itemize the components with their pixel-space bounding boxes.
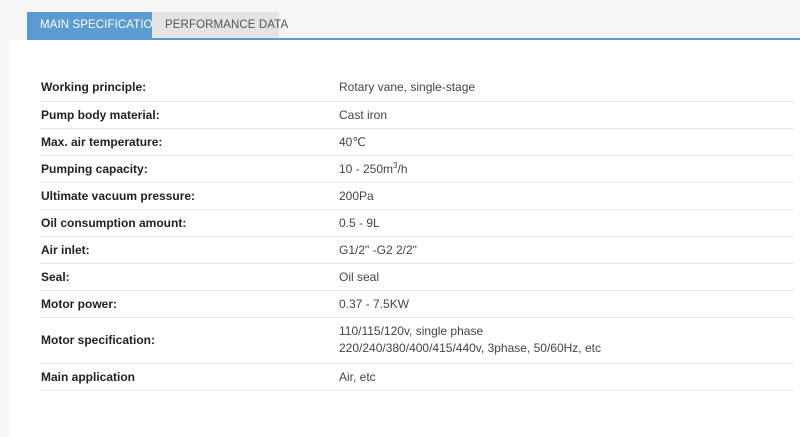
spec-value: Oil seal — [339, 263, 794, 291]
spec-label: Pumping capacity: — [40, 155, 339, 183]
specification-panel: Working principle: Rotary vane, single-s… — [9, 40, 800, 437]
tab-performance-data[interactable]: PERFORMANCE DATA — [152, 12, 288, 38]
tab-main-specification[interactable]: MAIN SPECIFICATION — [27, 12, 161, 38]
table-row: Ultimate vacuum pressure: 200Pa — [40, 182, 794, 210]
table-row: Max. air temperature: 40℃ — [40, 128, 794, 156]
spec-value: G1/2" -G2 2/2" — [339, 236, 794, 264]
spec-label: Motor power: — [40, 290, 339, 318]
spec-value: 40℃ — [339, 128, 794, 156]
table-row: Air inlet: G1/2" -G2 2/2" — [40, 236, 794, 264]
spec-label: Max. air temperature: — [40, 128, 339, 156]
table-row: Pumping capacity: 10 - 250m3/h — [40, 155, 794, 183]
spec-value: 0.5 - 9L — [339, 209, 794, 237]
spec-value-line: 220/240/380/400/415/440v, 3phase, 50/60H… — [339, 341, 601, 355]
spec-value-base: 10 - 250m — [339, 162, 394, 176]
spec-value-line: 110/115/120v, single phase — [339, 324, 484, 338]
spec-value: Cast iron — [339, 101, 794, 129]
table-row: Motor specification: 110/115/120v, singl… — [40, 317, 794, 364]
specification-table: Working principle: Rotary vane, single-s… — [40, 74, 794, 391]
spec-value: 200Pa — [339, 182, 794, 210]
spec-value-suffix: /h — [397, 162, 408, 176]
spec-value: Air, etc — [339, 363, 794, 391]
spec-label: Seal: — [40, 263, 339, 291]
spec-label: Ultimate vacuum pressure: — [40, 182, 339, 210]
spec-label: Oil consumption amount: — [40, 209, 339, 237]
spec-value: 10 - 250m3/h — [339, 155, 794, 183]
spec-label: Pump body material: — [40, 101, 339, 129]
table-row: Motor power: 0.37 - 7.5KW — [40, 290, 794, 318]
spec-value: 110/115/120v, single phase 220/240/380/4… — [339, 317, 794, 364]
table-row: Seal: Oil seal — [40, 263, 794, 291]
table-row: Oil consumption amount: 0.5 - 9L — [40, 209, 794, 237]
spec-value: Rotary vane, single-stage — [339, 74, 794, 102]
spec-label: Air inlet: — [40, 236, 339, 264]
table-row: Pump body material: Cast iron — [40, 101, 794, 129]
spec-value: 0.37 - 7.5KW — [339, 290, 794, 318]
spec-label: Motor specification: — [40, 317, 339, 364]
table-row: Working principle: Rotary vane, single-s… — [40, 74, 794, 102]
spec-label: Working principle: — [40, 74, 339, 102]
table-row: Main application Air, etc — [40, 363, 794, 391]
spec-label: Main application — [40, 363, 339, 391]
tab-bar: MAIN SPECIFICATION PERFORMANCE DATA — [27, 12, 800, 40]
